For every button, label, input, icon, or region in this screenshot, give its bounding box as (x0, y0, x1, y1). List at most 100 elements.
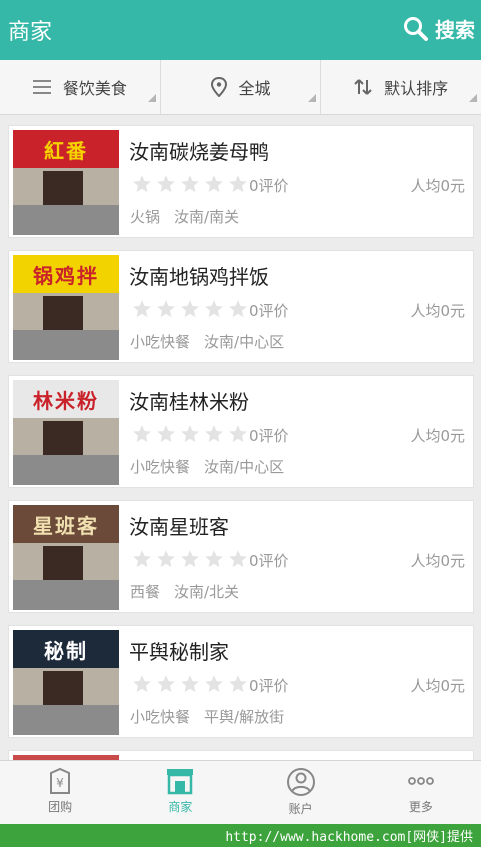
merchant-card-partial[interactable] (8, 750, 474, 760)
tab-more[interactable]: 更多 (361, 761, 481, 824)
watermark-bar: http://www.hackhome.com[网侠]提供 (0, 824, 481, 847)
star-icon (157, 550, 175, 568)
merchant-card[interactable]: 秘制 平舆秘制家 0评价 人均0元 小吃快餐 平舆/解放街 (8, 625, 474, 738)
dropdown-corner-icon (469, 94, 478, 102)
average-price: 人均0元 (410, 302, 465, 320)
star-icon (229, 300, 247, 318)
tab-merchants[interactable]: 商家 (120, 761, 240, 824)
rating-stars (131, 424, 251, 444)
star-icon (133, 425, 151, 443)
merchant-photo: 锅鸡拌 (13, 255, 119, 360)
star-icon (229, 675, 247, 693)
storefront-ground (13, 455, 119, 485)
rating-stars (131, 549, 251, 569)
star-icon (181, 675, 199, 693)
star-icon (133, 175, 151, 193)
merchant-area: 平舆/解放街 (204, 708, 285, 726)
more-icon (407, 777, 434, 785)
merchant-category: 火锅 (130, 208, 161, 226)
menu-icon (32, 80, 51, 94)
rating-stars (131, 674, 251, 694)
review-count: 0评价 (249, 302, 289, 320)
star-icon (205, 550, 223, 568)
merchant-category: 小吃快餐 (130, 458, 191, 476)
rating-stars (131, 299, 251, 319)
merchant-name: 汝南地锅鸡拌饭 (129, 265, 269, 289)
merchant-card[interactable]: 锅鸡拌 汝南地锅鸡拌饭 0评价 人均0元小吃快餐 汝南/中心区 (8, 250, 474, 363)
bottom-tab-bar: ¥ 团购 商家 账户 更多 (0, 760, 481, 824)
filter-category-label: 餐饮美食 (62, 79, 127, 98)
search-button[interactable]: 搜索 (403, 14, 475, 43)
review-count: 0评价 (249, 427, 289, 445)
merchant-tags: 西餐 汝南/北关 (130, 581, 253, 602)
merchant-tags: 小吃快餐 汝南/中心区 (130, 456, 298, 477)
tab-label: 账户 (288, 802, 313, 816)
storefront-ground (13, 205, 119, 235)
star-icon (181, 175, 199, 193)
watermark-text: http://www.hackhome.com[网侠]提供 (225, 830, 473, 845)
star-icon (205, 175, 223, 193)
merchant-tags: 小吃快餐 平舆/解放街 (130, 706, 298, 727)
star-icon (133, 550, 151, 568)
star-icon (157, 175, 175, 193)
filter-sort[interactable]: 默认排序 (321, 60, 481, 114)
merchant-area: 汝南/南关 (174, 208, 240, 226)
star-icon (205, 675, 223, 693)
filter-area[interactable]: 全城 (161, 60, 322, 114)
merchant-tags: 火锅 汝南/南关 (130, 206, 253, 227)
account-icon (286, 768, 315, 796)
star-icon (205, 425, 223, 443)
storefront-ground (13, 580, 119, 610)
star-icon (133, 675, 151, 693)
star-icon (229, 175, 247, 193)
store-icon (167, 769, 194, 795)
merchant-photo: 林米粉 (13, 380, 119, 485)
app-header: 商家 搜索 (0, 0, 481, 60)
star-icon (181, 550, 199, 568)
merchant-name: 汝南桂林米粉 (129, 390, 249, 414)
storefront-ground (13, 705, 119, 735)
average-price: 人均0元 (410, 677, 465, 695)
merchant-photo: 星班客 (13, 505, 119, 610)
merchant-tags: 小吃快餐 汝南/中心区 (130, 331, 298, 352)
star-icon (229, 425, 247, 443)
sort-icon (354, 79, 372, 95)
star-icon (205, 300, 223, 318)
svg-text:¥: ¥ (56, 776, 64, 790)
star-icon (157, 425, 175, 443)
storefront-sign: 林米粉 (13, 380, 119, 418)
dropdown-corner-icon (147, 94, 156, 102)
filter-bar: 餐饮美食 全城 默认排序 (0, 60, 481, 115)
review-count: 0评价 (249, 177, 289, 195)
storefront-ground (13, 330, 119, 360)
merchant-name: 汝南星班客 (129, 515, 229, 539)
review-count: 0评价 (249, 552, 289, 570)
tab-label: 团购 (48, 800, 73, 814)
tab-groupon[interactable]: ¥ 团购 (0, 761, 120, 824)
merchant-name: 平舆秘制家 (129, 640, 229, 664)
merchant-card[interactable]: 紅番 汝南碳烧姜母鸭 0评价 人均0元火锅 汝南/南关 (8, 125, 474, 238)
average-price: 人均0元 (410, 427, 465, 445)
merchant-area: 汝南/北关 (174, 583, 240, 601)
storefront-sign: 紅番 (13, 130, 119, 168)
star-icon (181, 425, 199, 443)
merchant-list: 紅番 汝南碳烧姜母鸭 0评价 人均0元 火锅 汝南/南关 锅鸡拌 汝南地锅鸡拌饭 0评价 人均0… (0, 115, 481, 760)
groupon-icon: ¥ (50, 767, 71, 794)
merchant-category: 西餐 (130, 583, 161, 601)
merchant-category: 小吃快餐 (130, 333, 191, 351)
dropdown-corner-icon (308, 94, 317, 102)
rating-stars (131, 174, 251, 194)
average-price: 人均0元 (410, 177, 465, 195)
filter-sort-label: 默认排序 (384, 79, 449, 98)
merchant-area: 汝南/中心区 (204, 458, 285, 476)
merchant-name: 汝南碳烧姜母鸭 (129, 140, 269, 164)
merchant-card[interactable]: 星班客 汝南星班客 0评价 人均0元 西餐 汝南/北关 (8, 500, 474, 613)
tab-label: 更多 (408, 800, 433, 814)
merchant-photo: 紅番 (13, 130, 119, 235)
star-icon (157, 675, 175, 693)
star-icon (157, 300, 175, 318)
filter-area-label: 全城 (238, 79, 271, 98)
filter-category[interactable]: 餐饮美食 (0, 60, 161, 114)
tab-account[interactable]: 账户 (241, 761, 361, 824)
merchant-card[interactable]: 林米粉 汝南桂林米粉 0评价 人均0元小吃快餐 汝南/中心区 (8, 375, 474, 488)
